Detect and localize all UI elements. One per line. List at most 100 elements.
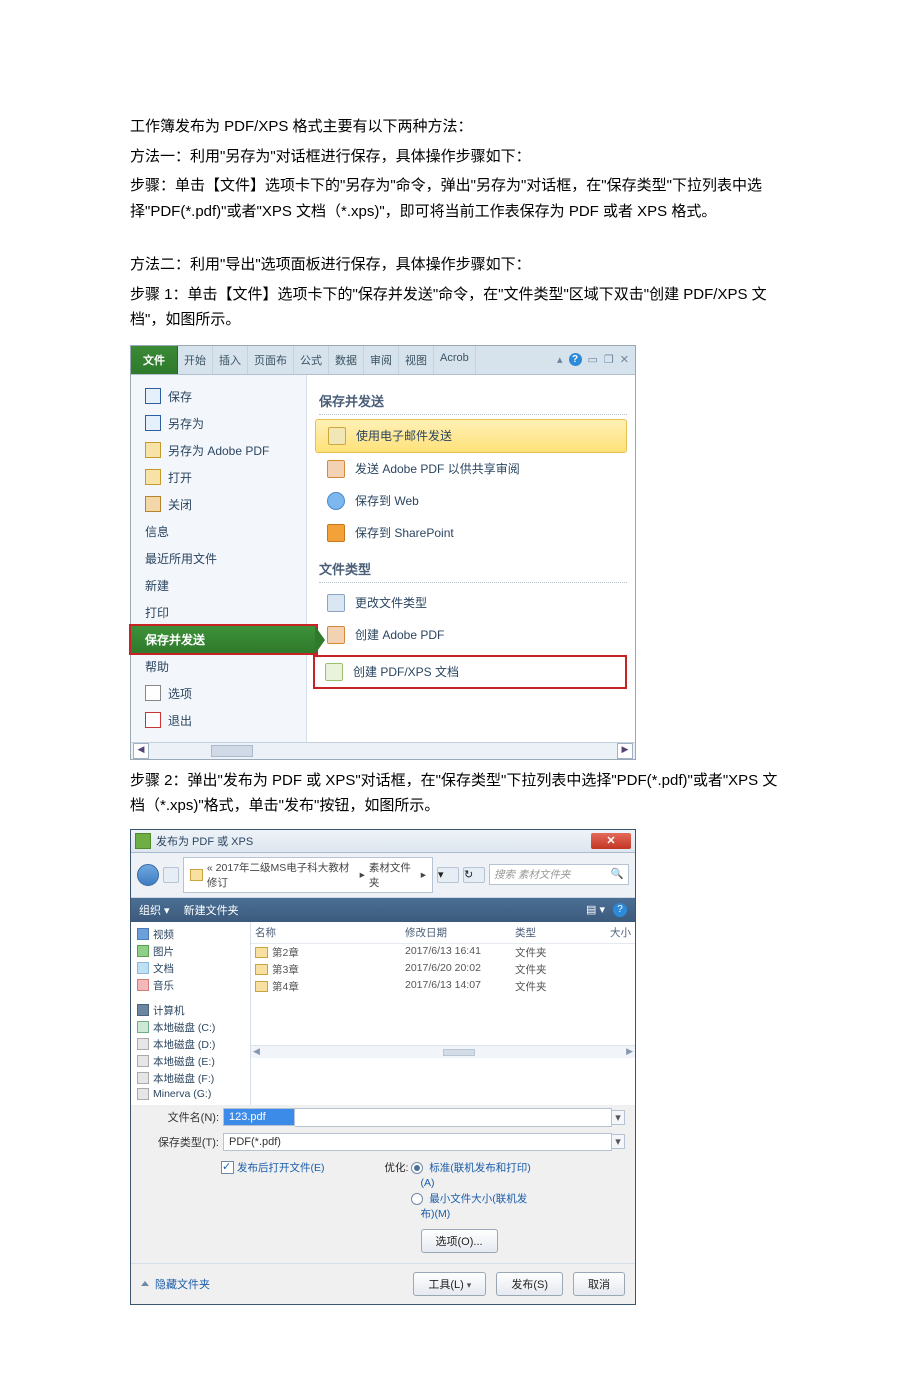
view-mode-button[interactable]: ▤ ▾ <box>586 903 605 916</box>
close-icon[interactable]: ✕ <box>620 353 629 366</box>
tree-pictures[interactable]: 图片 <box>133 943 248 960</box>
menu-close[interactable]: 关闭 <box>131 491 306 518</box>
col-name[interactable]: 名称 <box>255 925 405 940</box>
folder-icon <box>255 947 268 958</box>
tree-drive-d[interactable]: 本地磁盘 (D:) <box>133 1036 248 1053</box>
breadcrumb[interactable]: « 2017年二级MS电子科大教材修订▸ 素材文件夹▸ <box>183 857 433 893</box>
menu-print[interactable]: 打印 <box>131 599 306 626</box>
tree-computer[interactable]: 计算机 <box>133 1002 248 1019</box>
menu-save-as[interactable]: 另存为 <box>131 410 306 437</box>
refresh-button[interactable]: ↻ <box>463 867 485 883</box>
computer-icon <box>137 1004 149 1016</box>
opt-create-adobe[interactable]: 创建 Adobe PDF <box>315 619 627 651</box>
options-button[interactable]: 选项(O)... <box>421 1229 498 1253</box>
tab-acrobat[interactable]: Acrob <box>434 346 476 374</box>
tab-formulas[interactable]: 公式 <box>294 346 329 374</box>
tab-home[interactable]: 开始 <box>178 346 213 374</box>
publish-button[interactable]: 发布(S) <box>496 1272 563 1296</box>
menu-info[interactable]: 信息 <box>131 518 306 545</box>
opt-change-type[interactable]: 更改文件类型 <box>315 587 627 619</box>
organize-button[interactable]: 组织 ▾ <box>139 902 170 918</box>
opt-sharepoint[interactable]: 保存到 SharePoint <box>315 517 627 549</box>
menu-recent[interactable]: 最近所用文件 <box>131 545 306 572</box>
help-button[interactable]: ? <box>613 903 627 917</box>
opt-share-pdf[interactable]: 发送 Adobe PDF 以供共享审阅 <box>315 453 627 485</box>
menu-new[interactable]: 新建 <box>131 572 306 599</box>
optimize-standard-suffix: (A) <box>421 1177 531 1189</box>
minimize-ribbon-icon[interactable]: ▴ <box>557 353 563 366</box>
scroll-thumb[interactable] <box>211 745 253 757</box>
scroll-left-icon[interactable]: ◀ <box>133 743 149 759</box>
file-name-input[interactable]: 123.pdf <box>223 1108 295 1126</box>
back-button[interactable] <box>137 864 159 886</box>
tree-drive-e[interactable]: 本地磁盘 (E:) <box>133 1053 248 1070</box>
cancel-button[interactable]: 取消 <box>573 1272 625 1296</box>
hide-folders-toggle[interactable]: 隐藏文件夹 <box>141 1276 210 1292</box>
opt-web[interactable]: 保存到 Web <box>315 485 627 517</box>
tree-drive-f[interactable]: 本地磁盘 (F:) <box>133 1070 248 1087</box>
save-type-select[interactable]: PDF(*.pdf) <box>223 1133 612 1151</box>
tab-file[interactable]: 文件 <box>131 346 178 374</box>
search-input[interactable]: 搜索 素材文件夹 🔍 <box>489 864 629 885</box>
music-icon <box>137 979 149 991</box>
tools-button[interactable]: 工具(L)▾ <box>413 1272 486 1296</box>
opt-create-pdf-xps[interactable]: 创建 PDF/XPS 文档 <box>325 663 615 681</box>
drive-icon <box>137 1038 149 1050</box>
menu-save-send[interactable]: 保存并发送 <box>131 626 316 653</box>
dialog-title: 发布为 PDF 或 XPS <box>156 833 253 849</box>
menu-help[interactable]: 帮助 <box>131 653 306 680</box>
tree-music[interactable]: 音乐 <box>133 977 248 994</box>
open-after-checkbox[interactable]: 发布后打开文件(E) <box>221 1160 325 1253</box>
scroll-right-icon[interactable]: ▶ <box>617 743 633 759</box>
file-list-scrollbar[interactable]: ◀▶ <box>251 1045 635 1058</box>
radio-minimum[interactable] <box>411 1193 423 1205</box>
list-item[interactable]: 第2章 2017/6/13 16:41文件夹 <box>251 944 635 961</box>
menu-options[interactable]: 选项 <box>131 680 306 707</box>
col-size[interactable]: 大小 <box>575 925 631 940</box>
restore-icon[interactable]: ❐ <box>604 353 614 366</box>
tab-pagelayout[interactable]: 页面布 <box>248 346 294 374</box>
save-type-dropdown[interactable]: ▾ <box>612 1134 625 1149</box>
radio-standard[interactable] <box>411 1162 423 1174</box>
minimize-icon[interactable]: ▭ <box>588 353 598 366</box>
options-icon <box>145 685 161 701</box>
para-method1-title: 方法一：利用"另存为"对话框进行保存，具体操作步骤如下： <box>130 144 790 170</box>
menu-save-as-pdf[interactable]: 另存为 Adobe PDF <box>131 437 306 464</box>
menu-save[interactable]: 保存 <box>131 383 306 410</box>
screenshot-save-send: 文件 开始 插入 页面布 公式 数据 审阅 视图 Acrob ▴ ? ▭ ❐ ✕… <box>130 345 636 760</box>
para-method2-title: 方法二：利用"导出"选项面板进行保存，具体操作步骤如下： <box>130 252 790 278</box>
file-name-label: 文件名(N): <box>141 1109 223 1125</box>
tab-review[interactable]: 审阅 <box>364 346 399 374</box>
dialog-close-button[interactable]: ✕ <box>591 833 631 849</box>
optimize-minimum-suffix: 布)(M) <box>421 1206 531 1221</box>
col-date[interactable]: 修改日期 <box>405 925 515 940</box>
tree-drive-c[interactable]: 本地磁盘 (C:) <box>133 1019 248 1036</box>
tree-video[interactable]: 视频 <box>133 926 248 943</box>
opt-email[interactable]: 使用电子邮件发送 <box>315 419 627 453</box>
tab-view[interactable]: 视图 <box>399 346 434 374</box>
help-icon[interactable]: ? <box>569 353 582 366</box>
dialog-toolbar: 组织 ▾ 新建文件夹 ▤ ▾ ? <box>131 898 635 922</box>
tab-insert[interactable]: 插入 <box>213 346 248 374</box>
file-name-dropdown[interactable]: ▾ <box>612 1110 625 1125</box>
breadcrumb-dropdown[interactable]: ▾ <box>437 867 459 883</box>
tree-drive-g[interactable]: Minerva (G:) <box>133 1087 248 1101</box>
opt-create-pdf-xps-highlight: 创建 PDF/XPS 文档 <box>313 655 627 689</box>
dropdown-nav-icon[interactable] <box>163 867 179 883</box>
menu-open[interactable]: 打开 <box>131 464 306 491</box>
col-type[interactable]: 类型 <box>515 925 575 940</box>
screenshot-publish-dialog: 发布为 PDF 或 XPS ✕ « 2017年二级MS电子科大教材修订▸ 素材文… <box>130 829 636 1305</box>
tree-documents[interactable]: 文档 <box>133 960 248 977</box>
drive-icon <box>137 1055 149 1067</box>
new-folder-button[interactable]: 新建文件夹 <box>184 902 239 918</box>
menu-exit[interactable]: 退出 <box>131 707 306 734</box>
list-item[interactable]: 第4章 2017/6/13 14:07文件夹 <box>251 978 635 995</box>
horizontal-scrollbar[interactable]: ◀ ▶ <box>131 742 635 759</box>
list-header: 名称 修改日期 类型 大小 <box>251 922 635 944</box>
optimize-standard: 标准(联机发布和打印) <box>429 1162 531 1174</box>
tab-data[interactable]: 数据 <box>329 346 364 374</box>
adobe-icon <box>145 442 161 458</box>
list-item[interactable]: 第3章 2017/6/20 20:02文件夹 <box>251 961 635 978</box>
optimize-label: 优化: <box>385 1162 409 1174</box>
para-method2-step1: 步骤 1：单击【文件】选项卡下的"保存并发送"命令，在"文件类型"区域下双击"创… <box>130 282 790 333</box>
